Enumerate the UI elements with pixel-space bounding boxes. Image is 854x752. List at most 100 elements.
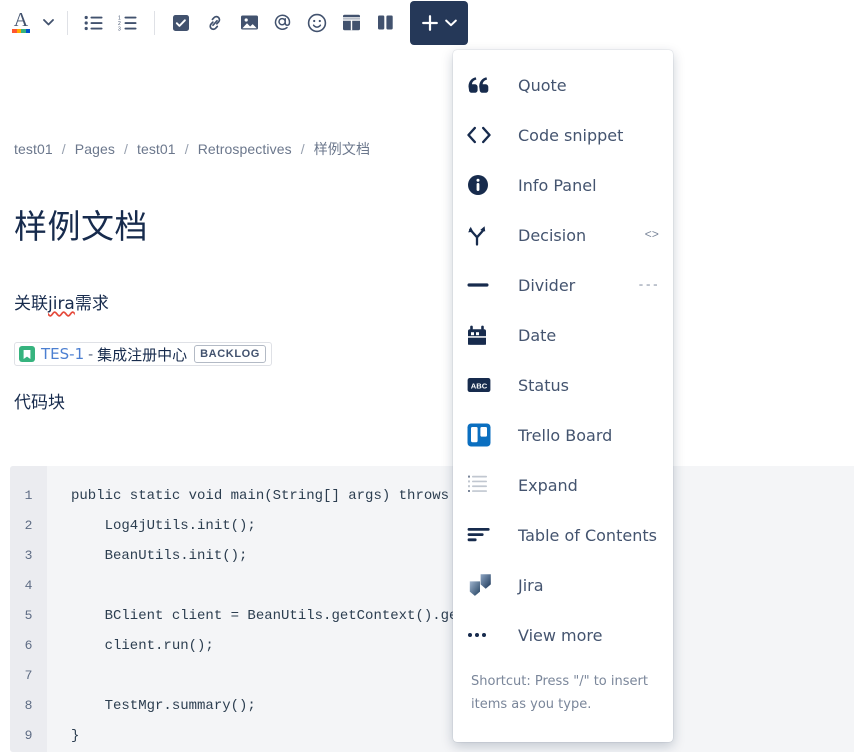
jira-issue-inline-card[interactable]: TES-1 - 集成注册中心 BACKLOG	[14, 342, 272, 366]
breadcrumb-item-2[interactable]: test01	[137, 141, 176, 157]
jira-story-bookmark-icon	[19, 346, 35, 362]
code-content[interactable]: public static void main(String[] args) t…	[47, 466, 854, 752]
plus-icon	[422, 14, 438, 31]
breadcrumb-item-1[interactable]: Pages	[75, 141, 115, 157]
table-grid-icon	[342, 14, 360, 31]
menu-item-label: Trello Board	[518, 425, 613, 445]
breadcrumb-item-3[interactable]: Retrospectives	[198, 141, 292, 157]
heading-jira-misspelled-word: jira	[48, 294, 75, 314]
table-of-contents-icon	[467, 527, 501, 543]
menu-item-trello-board[interactable]: Trello Board	[453, 410, 673, 460]
menu-item-shortcut-hint: ---	[637, 278, 659, 292]
menu-item-table-of-contents[interactable]: Table of Contents	[453, 510, 673, 560]
editor-toolbar: A 1 2 3	[0, 0, 854, 45]
breadcrumb-item-4[interactable]: 样例文档	[314, 139, 370, 159]
menu-item-label: Expand	[518, 475, 578, 495]
menu-item-label: Code snippet	[518, 125, 624, 145]
smiley-icon	[307, 13, 327, 32]
link-button[interactable]	[198, 6, 232, 40]
editor-page: A 1 2 3 test01 / Pages / test01 / Retros…	[0, 0, 854, 752]
heading-code-block: 代码块	[14, 393, 65, 413]
chevron-down-icon	[445, 19, 457, 26]
menu-item-date[interactable]: Date	[453, 310, 673, 360]
svg-text:3: 3	[118, 26, 121, 30]
text-style-caret[interactable]	[38, 6, 58, 40]
calendar-date-icon	[467, 325, 501, 346]
code-line-number: 9	[24, 728, 33, 743]
heading-jira-suffix: 需求	[74, 294, 109, 314]
code-line-number: 6	[24, 638, 33, 653]
menu-item-divider[interactable]: Divider ---	[453, 260, 673, 310]
image-icon	[240, 15, 258, 30]
jira-issue-summary: 集成注册中心	[97, 345, 188, 364]
menu-item-label: Date	[518, 325, 557, 345]
code-line-number: 3	[24, 548, 33, 563]
breadcrumb-separator: /	[184, 141, 189, 157]
two-column-layout-icon	[377, 15, 393, 30]
bullet-list-button[interactable]	[77, 6, 111, 40]
code-angle-brackets-icon	[467, 126, 501, 144]
numbered-list-button[interactable]: 1 2 3	[111, 6, 145, 40]
status-badge: BACKLOG	[194, 345, 266, 363]
table-button[interactable]	[334, 6, 368, 40]
heading-jira-prefix: 关联	[14, 294, 48, 314]
task-list-button[interactable]	[164, 6, 198, 40]
numbered-list-icon: 1 2 3	[118, 15, 137, 31]
insert-dropdown-menu: Quote Code snippet Info Panel Decision <> Div…	[453, 50, 673, 742]
code-line-number: 1	[24, 488, 33, 503]
ellipsis-icon	[467, 633, 501, 637]
trello-board-icon	[467, 423, 501, 447]
menu-item-label: Decision	[518, 225, 587, 245]
bullet-list-icon	[84, 15, 103, 30]
code-line-number: 4	[24, 578, 33, 593]
code-line-number: 8	[24, 698, 33, 713]
menu-item-quote[interactable]: Quote	[453, 60, 673, 110]
jira-logo-icon	[467, 572, 501, 598]
emoji-button[interactable]	[300, 6, 334, 40]
mention-button[interactable]	[266, 6, 300, 40]
menu-item-jira[interactable]: Jira	[453, 560, 673, 610]
svg-text:ABC: ABC	[471, 381, 488, 390]
font-color-A-icon: A	[12, 8, 30, 33]
menu-item-label: Info Panel	[518, 175, 597, 195]
code-line-number: 2	[24, 518, 33, 533]
menu-item-info-panel[interactable]: Info Panel	[453, 160, 673, 210]
toolbar-divider-2	[154, 10, 155, 35]
code-block[interactable]: 1 2 3 4 5 6 7 8 9 public static void main(String…	[10, 466, 854, 752]
breadcrumb-separator: /	[61, 141, 66, 157]
layout-button[interactable]	[368, 6, 402, 40]
heading-jira-requirement: 关联jira需求	[14, 289, 109, 314]
menu-item-label: View more	[518, 625, 603, 645]
menu-item-status[interactable]: ABC Status	[453, 360, 673, 410]
breadcrumb-separator: /	[300, 141, 305, 157]
menu-item-decision[interactable]: Decision <>	[453, 210, 673, 260]
jira-issue-key: TES-1	[41, 345, 85, 363]
menu-item-view-more[interactable]: View more	[453, 610, 673, 660]
quotation-mark-icon	[467, 76, 501, 94]
menu-shortcut-hint: Shortcut: Press "/" to insert items as y…	[471, 674, 648, 712]
menu-item-expand[interactable]: Expand	[453, 460, 673, 510]
menu-item-label: Divider	[518, 275, 576, 295]
abc-status-icon: ABC	[467, 377, 501, 393]
decision-fork-icon	[467, 224, 501, 246]
image-button[interactable]	[232, 6, 266, 40]
text-style-button[interactable]: A	[4, 6, 38, 40]
jira-dash: -	[88, 345, 94, 363]
code-line-number: 7	[24, 668, 33, 683]
breadcrumb-separator: /	[123, 141, 128, 157]
ellipsis-icon	[468, 633, 486, 637]
toolbar-divider	[67, 10, 68, 35]
checkbox-checked-icon	[173, 14, 189, 31]
menu-item-label: Quote	[518, 75, 567, 95]
menu-item-shortcut-hint: <>	[644, 228, 659, 242]
link-icon	[209, 15, 221, 30]
breadcrumb-item-0[interactable]: test01	[14, 141, 53, 157]
chevron-down-icon	[42, 19, 54, 26]
insert-more-button[interactable]	[410, 0, 468, 45]
code-line-number: 5	[24, 608, 33, 623]
menu-item-label: Status	[518, 375, 569, 395]
expand-list-icon	[467, 474, 501, 496]
menu-item-code-snippet[interactable]: Code snippet	[453, 110, 673, 160]
page-title: 样例文档	[14, 207, 148, 246]
horizontal-rule-icon	[467, 282, 501, 288]
